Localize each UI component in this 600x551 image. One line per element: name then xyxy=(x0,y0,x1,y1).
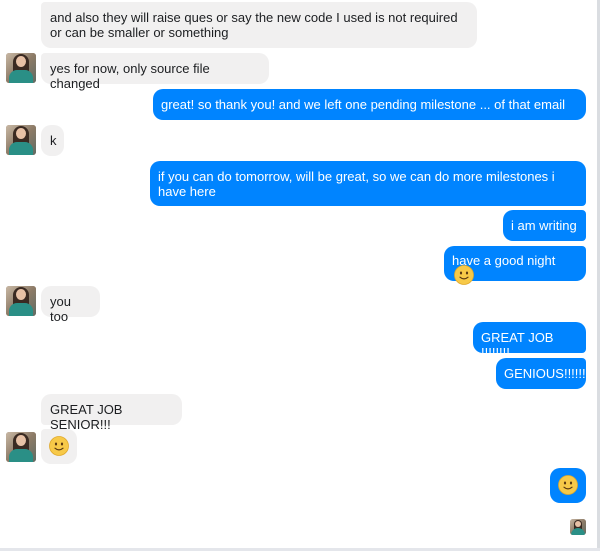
chat-conversation: and also they will raise ques or say the… xyxy=(0,0,600,551)
message-text: if you can do tomorrow, will be great, s… xyxy=(158,169,555,199)
slightly-smiling-face-emoji xyxy=(454,264,474,285)
outgoing-message: GENIOUS!!!!!! xyxy=(496,358,586,389)
incoming-message: yes for now, only source file changed xyxy=(41,53,269,91)
message-text: i am writing xyxy=(511,218,577,233)
message-text: great! so thank you! and we left one pen… xyxy=(161,97,565,127)
message-text: you too xyxy=(50,294,71,324)
incoming-message xyxy=(41,429,77,464)
contact-avatar-icon[interactable] xyxy=(6,125,36,155)
incoming-message: and also they will raise ques or say the… xyxy=(41,2,477,48)
incoming-message: k xyxy=(41,125,64,156)
message-text: GREAT JOB !!!!!!!! xyxy=(481,330,554,360)
incoming-message: GREAT JOB SENIOR!!! xyxy=(41,394,182,432)
outgoing-message: i am writing xyxy=(503,210,586,241)
message-text: and also they will raise ques or say the… xyxy=(50,10,458,40)
incoming-message: you too xyxy=(41,286,100,324)
message-text: GENIOUS!!!!!! xyxy=(504,366,586,381)
message-text: yes for now, only source file changed xyxy=(50,61,210,91)
seen-avatar-icon xyxy=(570,519,586,535)
outgoing-message xyxy=(550,468,586,503)
outgoing-message: if you can do tomorrow, will be great, s… xyxy=(150,161,586,206)
outgoing-message: have a good night xyxy=(444,246,586,285)
contact-avatar-icon[interactable] xyxy=(6,286,36,316)
outgoing-message: great! so thank you! and we left one pen… xyxy=(153,89,586,127)
slightly-smiling-face-emoji xyxy=(558,475,578,495)
outgoing-message: GREAT JOB !!!!!!!! xyxy=(473,322,586,360)
contact-avatar-icon[interactable] xyxy=(6,53,36,83)
message-text: GREAT JOB SENIOR!!! xyxy=(50,402,123,432)
contact-avatar-icon[interactable] xyxy=(6,432,36,462)
message-text: k xyxy=(50,133,57,148)
slightly-smiling-face-emoji xyxy=(49,436,69,456)
